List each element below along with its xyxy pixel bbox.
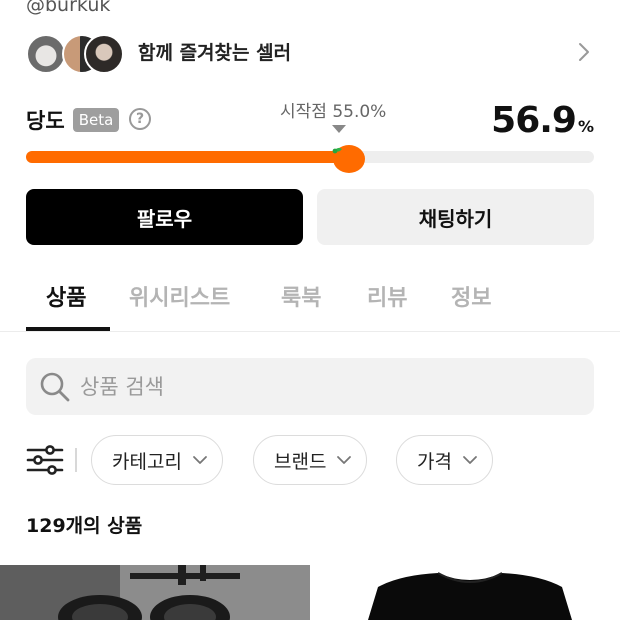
price-filter-label: 가격 [417,450,452,473]
sweetness-value-number: 56.9 [491,100,577,141]
brand-filter-chip[interactable]: 브랜드 [253,435,368,485]
category-filter-chip[interactable]: 카테고리 [91,435,223,485]
product-search-bar[interactable] [26,358,594,415]
chevron-right-icon [579,43,589,61]
chevron-down-icon [337,456,352,464]
price-filter-chip[interactable]: 가격 [396,435,493,485]
tab-reviews[interactable]: 리뷰 [367,280,407,312]
search-icon [40,372,70,402]
tab-wishlist[interactable]: 위시리스트 [129,280,230,312]
product-image [0,565,310,620]
tabs-divider [0,331,620,332]
product-thumbnail[interactable] [320,565,620,620]
brand-filter-label: 브랜드 [274,450,327,473]
category-filter-label: 카테고리 [112,450,182,473]
product-image [368,572,572,620]
sweetness-progress-fill [26,151,350,163]
persimmon-icon [332,145,366,173]
tab-products[interactable]: 상품 [46,280,86,312]
chevron-down-icon [193,456,207,464]
chat-button[interactable]: 채팅하기 [317,189,594,245]
avatar [26,34,66,74]
start-point-marker-icon [332,125,346,133]
chevron-down-icon [463,456,477,464]
filter-divider [75,448,77,472]
seller-handle: @burkuk [26,0,111,16]
related-sellers-row[interactable]: 함께 즐겨찾는 셀러 [26,32,596,74]
search-input[interactable] [80,358,560,415]
help-icon[interactable]: ? [129,108,151,130]
sweetness-progress-track [26,151,594,163]
product-count-suffix: 개의 상품 [65,515,143,537]
filter-sliders-icon[interactable] [26,442,64,478]
product-thumbnail[interactable] [0,565,310,620]
avatar [84,34,124,74]
related-sellers-label: 함께 즐겨찾는 셀러 [138,42,292,64]
sweetness-title: 당도 [26,109,65,133]
tab-lookbook[interactable]: 룩북 [281,280,321,312]
beta-badge: Beta [73,108,119,132]
product-count: 129개의 상품 [26,511,142,538]
sweetness-value-unit: % [577,117,594,136]
tab-info[interactable]: 정보 [451,280,491,312]
follow-button[interactable]: 팔로우 [26,189,303,245]
seller-avatars [26,32,126,74]
profile-tabs: 상품 위시리스트 룩북 리뷰 정보 [26,270,620,330]
sweetness-value: 56.9% [491,100,594,141]
start-point-label: 시작점 55.0% [280,102,387,122]
product-count-number: 129 [26,515,66,537]
